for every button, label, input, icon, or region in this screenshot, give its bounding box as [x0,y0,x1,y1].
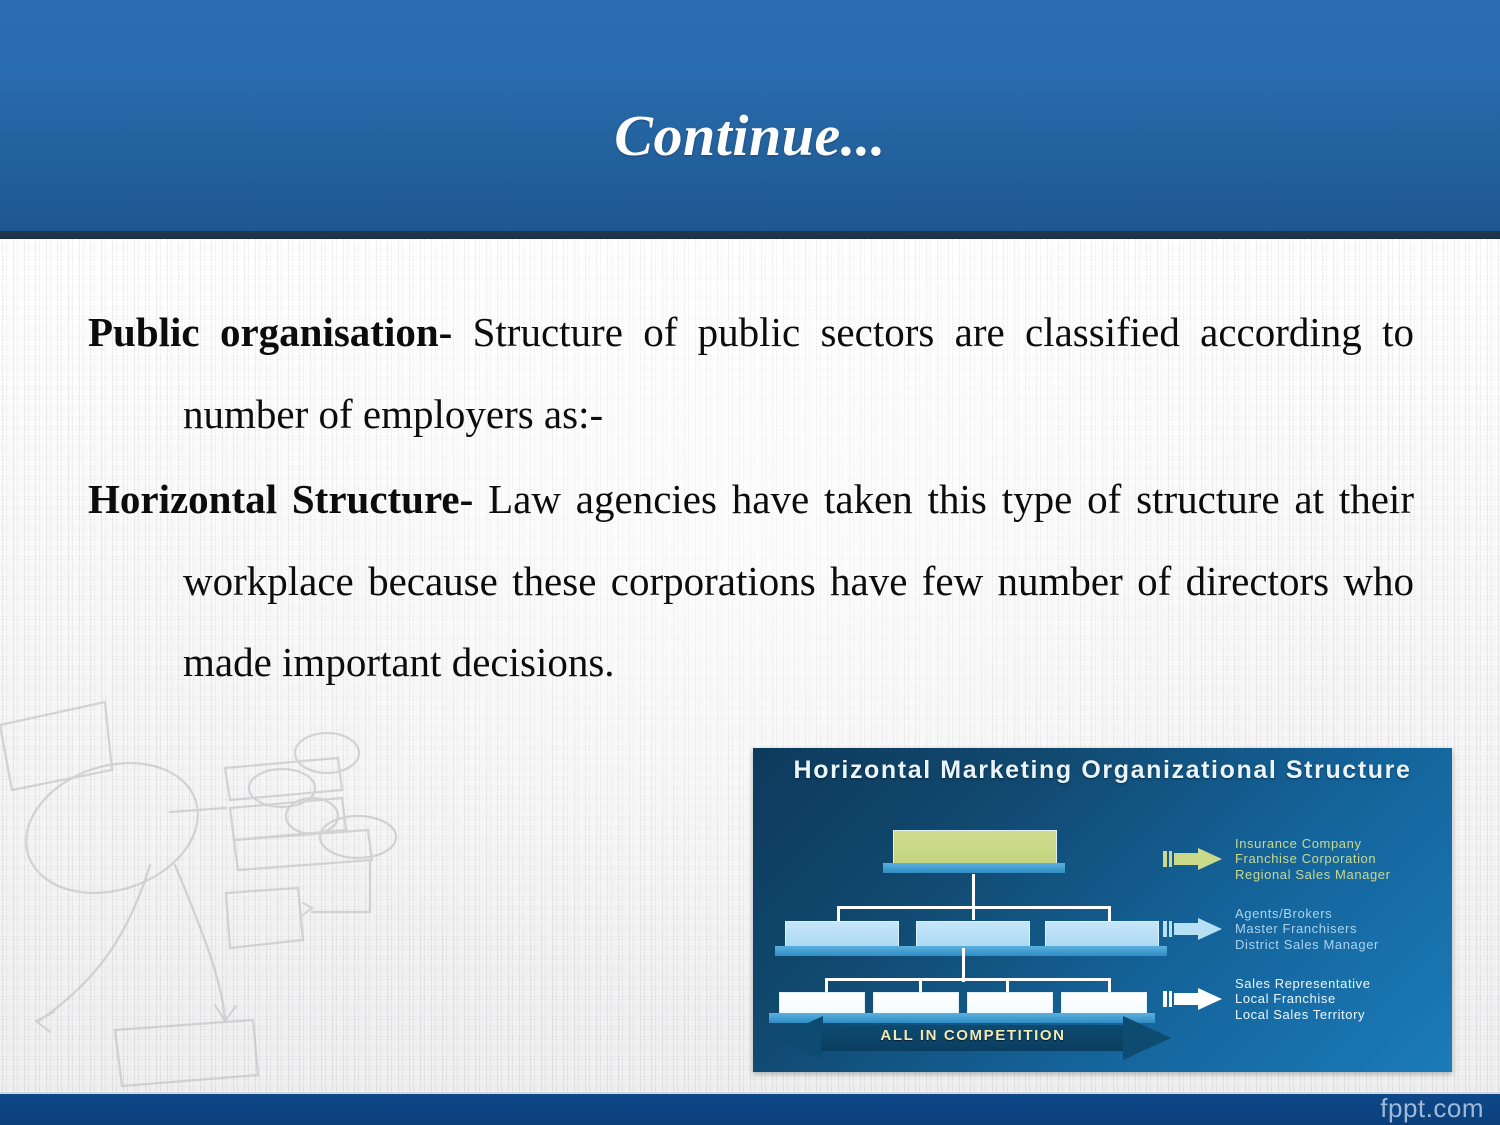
org-node-leaf-2 [863,992,967,1023]
legend-row-2: Agents/Brokers Master Franchisers Distri… [1163,906,1379,952]
connector-bottom-bus [825,978,1111,981]
paragraph-public-organisation: Public organisation- Structure of public… [88,292,1414,455]
paragraph-horizontal-structure: Horizontal Structure- Law agencies have … [88,459,1414,704]
legend-arrow-green-icon [1163,847,1225,870]
paragraph-2-lead: Horizontal Structure- [88,476,474,523]
connector-bottom-vertical [962,948,965,982]
legend-text-2: Agents/Brokers Master Franchisers Distri… [1235,906,1379,952]
org-chart-title: Horizontal Marketing Organizational Stru… [793,756,1412,784]
org-node-middle-1 [775,921,907,956]
legend-arrow-white-icon [1163,987,1225,1010]
connector-middle-bus [837,906,1111,909]
legend-1-line-2: Franchise Corporation [1235,851,1377,867]
org-chart-diagram [769,826,1171,1023]
connector-top-vertical [972,874,975,920]
legend-2-line-3: District Sales Manager [1235,936,1379,952]
org-node-top [883,830,1065,873]
org-node-middle-2 [906,921,1038,956]
org-node-leaf-4 [1051,992,1155,1023]
legend-3-line-1: Sales Representative [1235,976,1371,991]
legend-2-line-1: Agents/Brokers [1235,906,1333,921]
legend-text-1: Insurance Company Franchise Corporation … [1235,836,1391,882]
slide-footer-band [0,1092,1500,1125]
legend-3-line-3: Local Sales Territory [1235,1006,1366,1022]
slide: Continue... Public organisation- Structu… [0,0,1500,1125]
flowchart-sketch-decoration [0,700,398,1088]
all-in-competition-banner: ALL IN COMPETITION [773,1016,1173,1060]
horizontal-marketing-org-chart-image: Horizontal Marketing Organizational Stru… [753,748,1452,1072]
legend-text-3: Sales Representative Local Franchise Loc… [1235,976,1371,1022]
legend-row-1: Insurance Company Franchise Corporation … [1163,836,1391,882]
legend-1-line-1: Insurance Company [1235,836,1362,851]
page-title: Continue... [614,103,886,168]
connector-middle-left-drop [837,906,840,922]
slide-body-text: Public organisation- Structure of public… [88,292,1414,708]
org-node-middle-3 [1035,921,1167,956]
paragraph-1-lead: Public organisation- [88,309,453,355]
legend-row-3: Sales Representative Local Franchise Loc… [1163,976,1371,1022]
legend-1-line-3: Regional Sales Manager [1235,866,1391,882]
connector-middle-right-drop [1108,906,1111,922]
org-node-leaf-3 [957,992,1061,1023]
fppt-watermark: fppt.com [1380,1093,1484,1123]
legend-2-line-2: Master Franchisers [1235,921,1358,937]
legend-3-line-2: Local Franchise [1235,991,1336,1007]
org-node-leaf-1 [769,992,873,1023]
banner-label: ALL IN COMPETITION [880,1027,1066,1044]
legend-arrow-blue-icon [1163,917,1225,940]
